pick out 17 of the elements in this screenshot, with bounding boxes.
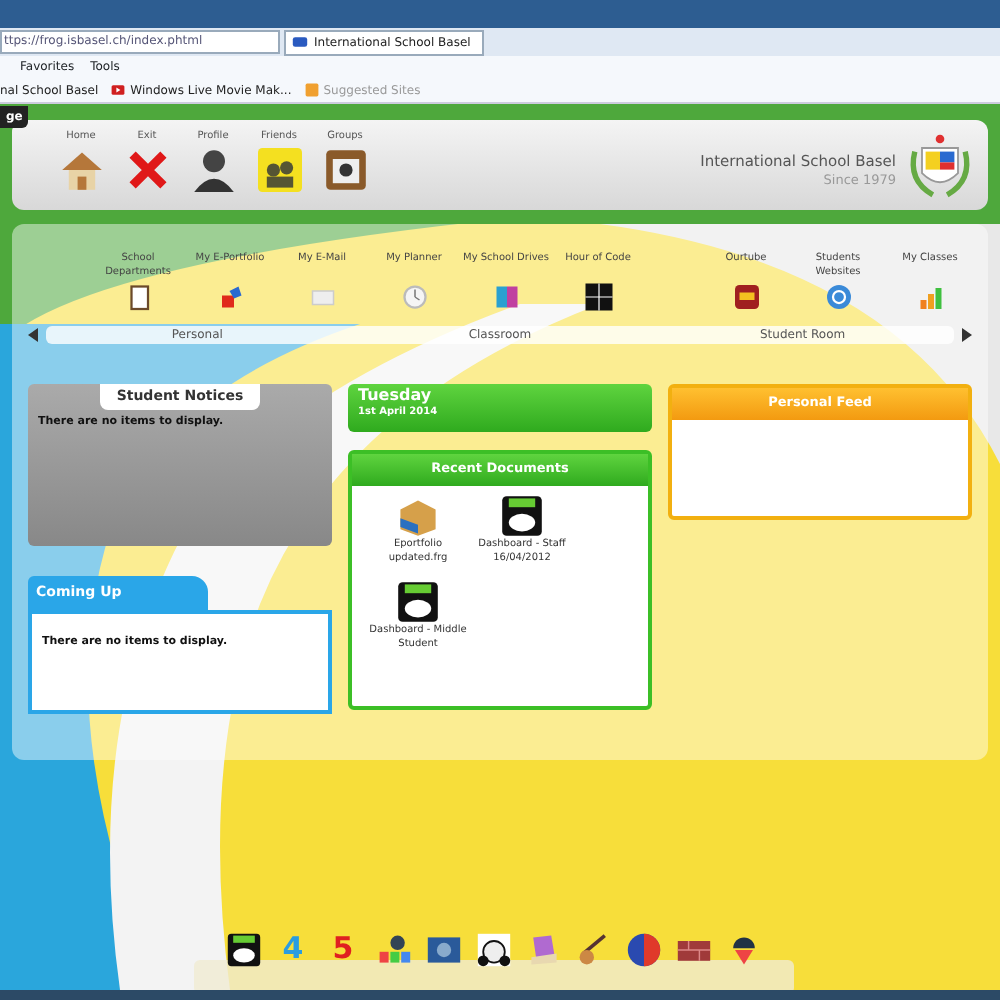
close-icon [125,147,169,191]
notes-icon[interactable] [525,931,561,967]
page-icon [292,34,308,50]
scroll-right-icon[interactable] [962,327,972,341]
sites-icon [303,82,320,98]
blocks-icon[interactable] [375,931,411,967]
at-sign-icon [823,282,853,312]
globe-icon[interactable] [625,931,661,967]
dock-app[interactable]: 5 [324,930,362,968]
people-icon [257,147,301,191]
person-icon [191,147,235,191]
bar-chart-icon [915,282,945,312]
guitar-icon[interactable] [575,931,611,967]
house-icon [59,147,103,191]
scroll-left-icon[interactable] [28,327,38,341]
day-name: Tuesday [358,388,434,406]
clock-icon [399,282,429,312]
